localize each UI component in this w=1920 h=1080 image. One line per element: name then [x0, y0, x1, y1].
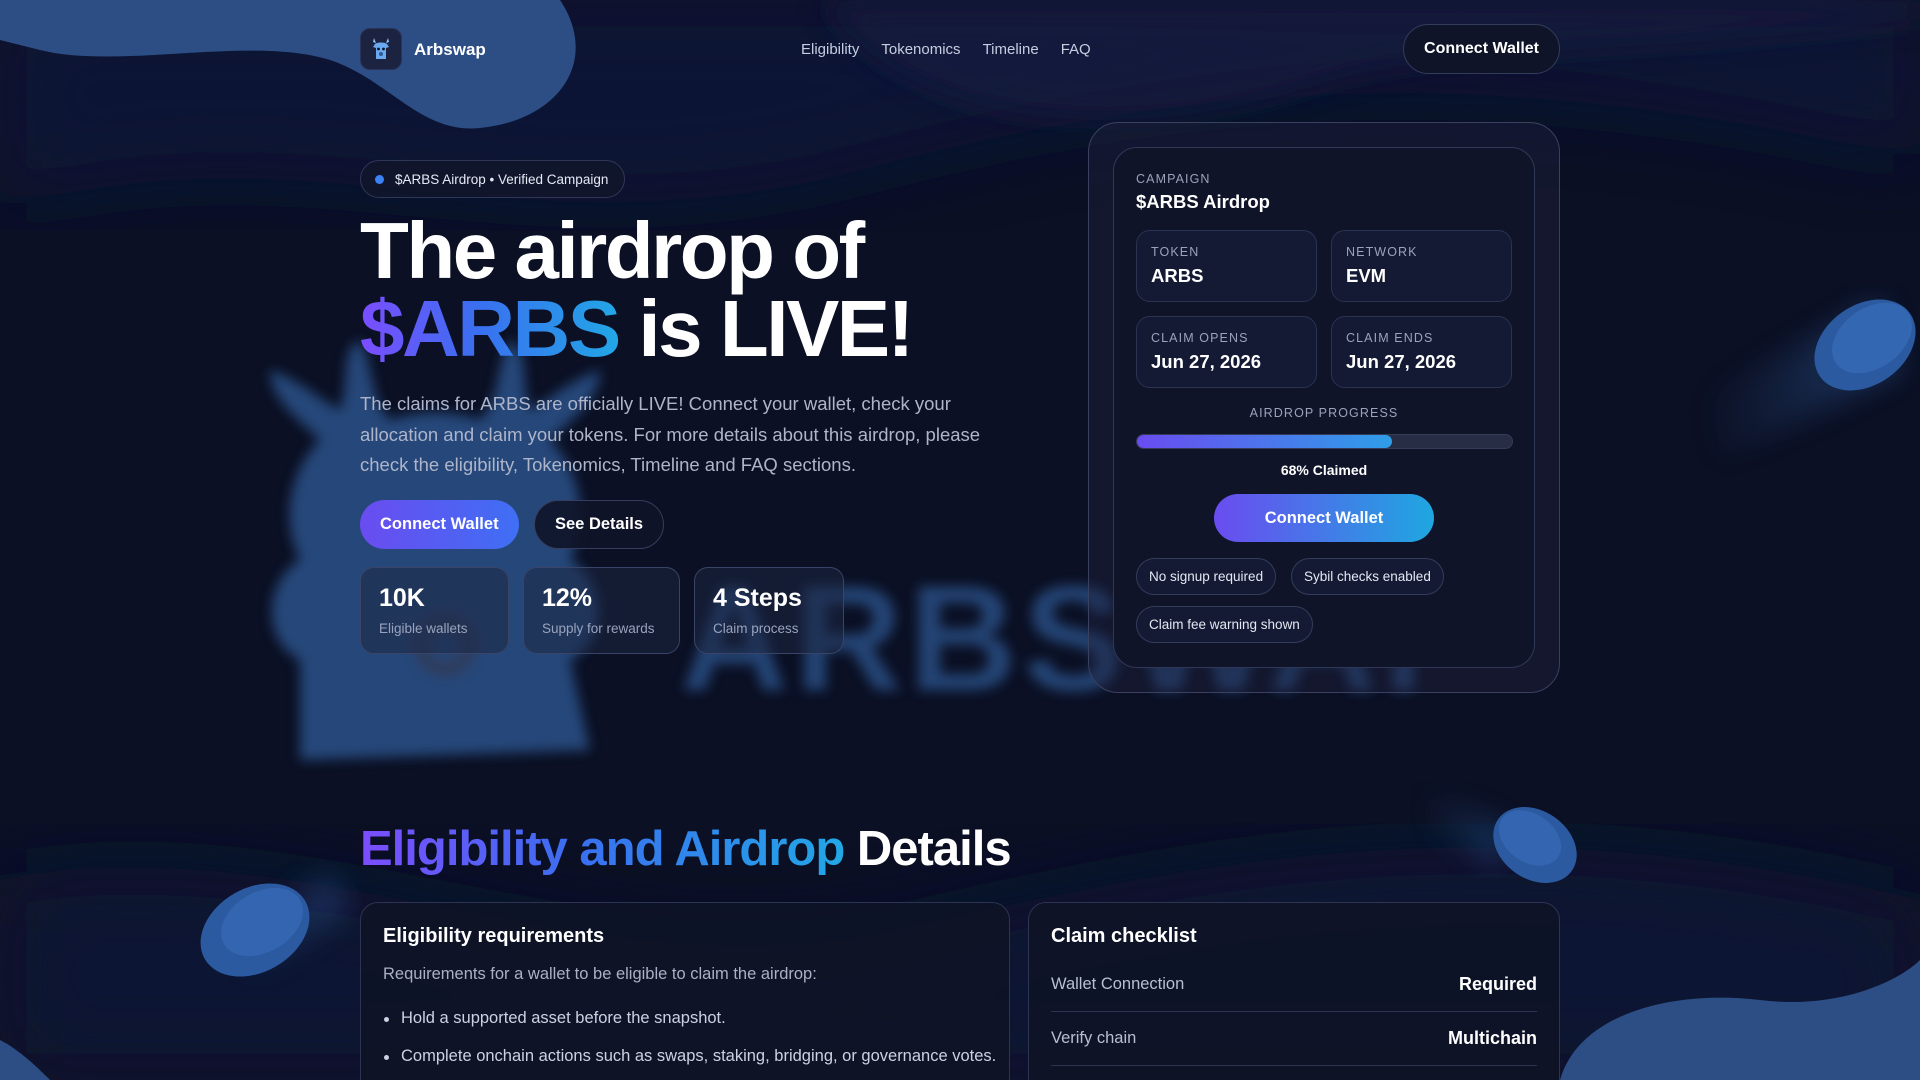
hero-title-line1: The airdrop of [360, 206, 865, 295]
hero-title-rest: is LIVE! [618, 284, 914, 373]
stat-value: 12% [542, 584, 593, 612]
list-item: Complete onchain actions such as swaps, … [384, 1043, 1001, 1070]
checklist-title: Claim checklist [1051, 925, 1197, 947]
eligibility-subtitle: Requirements for a wallet to be eligible… [383, 965, 817, 983]
list-item: Hold a supported asset before the snapsh… [384, 1005, 1001, 1032]
claim-ends-value: Jun 27, 2026 [1346, 351, 1457, 372]
stat-card-eligible-wallets: 10K Eligible wallets [360, 567, 509, 654]
stat-label: Claim process [713, 621, 799, 636]
checklist-row-verify-chain: Verify chain Multichain [1051, 1012, 1537, 1066]
stat-card-supply: 12% Supply for rewards [523, 567, 680, 654]
token-tile: TOKEN ARBS [1136, 230, 1317, 302]
stat-card-claim-process: 4 Steps Claim process [694, 567, 844, 654]
section-title: Eligibility and Airdrop Details [360, 821, 1012, 877]
progress-text: 68% Claimed [1280, 462, 1368, 478]
claim-ends-label: CLAIM ENDS [1346, 331, 1434, 345]
hero-title-line2: $ARBS is LIVE! [360, 289, 914, 369]
section-title-highlight: Eligibility and Airdrop [360, 822, 845, 876]
brand-logo[interactable] [360, 28, 402, 70]
progress-bar-fill [1137, 435, 1392, 448]
campaign-name: $ARBS Airdrop [1136, 191, 1270, 212]
network-value: EVM [1346, 265, 1387, 286]
checklist-item-value: Multichain [1448, 1028, 1537, 1048]
claim-checklist-panel: Claim checklist Wallet Connection Requir… [1028, 902, 1560, 1080]
claim-opens-label: CLAIM OPENS [1151, 331, 1249, 345]
hero-title: The airdrop of $ARBS is LIVE! [360, 206, 914, 369]
checklist-row-wallet-connection: Wallet Connection Required [1051, 958, 1537, 1012]
claim-opens-tile: CLAIM OPENS Jun 27, 2026 [1136, 316, 1317, 388]
campaign-card: CAMPAIGN $ARBS Airdrop TOKEN ARBS NETWOR… [1113, 147, 1535, 668]
nav-connect-wallet-button[interactable]: Connect Wallet [1403, 24, 1560, 74]
nav-links: Eligibility Tokenomics Timeline FAQ [801, 41, 1091, 58]
brand-name[interactable]: Arbswap [414, 40, 486, 60]
progress-bar [1136, 434, 1513, 449]
token-label: TOKEN [1151, 245, 1200, 259]
claim-ends-tile: CLAIM ENDS Jun 27, 2026 [1331, 316, 1512, 388]
nav-link-tokenomics[interactable]: Tokenomics [881, 41, 960, 58]
tag-no-signup: No signup required [1136, 558, 1277, 595]
progress-label: AIRDROP PROGRESS [1249, 406, 1399, 420]
stat-value: 10K [379, 584, 425, 612]
token-value: ARBS [1151, 265, 1204, 286]
campaign-card-frame: CAMPAIGN $ARBS Airdrop TOKEN ARBS NETWOR… [1088, 122, 1560, 693]
card-connect-wallet-button[interactable]: Connect Wallet [1214, 494, 1434, 542]
campaign-pill: $ARBS Airdrop • Verified Campaign [360, 160, 626, 198]
hero-stats: 10K Eligible wallets 12% Supply for rewa… [360, 567, 844, 654]
network-label: NETWORK [1346, 245, 1418, 259]
eligibility-list: Hold a supported asset before the snapsh… [384, 1005, 1001, 1080]
eligibility-title: Eligibility requirements [383, 925, 605, 947]
checklist-item-value: Required [1458, 974, 1537, 994]
stat-value: 4 Steps [713, 584, 802, 612]
deer-logo-icon [373, 38, 389, 59]
network-tile: NETWORK EVM [1331, 230, 1512, 302]
nav-link-timeline[interactable]: Timeline [983, 41, 1039, 58]
tag-sybil-checks: Sybil checks enabled [1291, 558, 1444, 595]
nav-link-eligibility[interactable]: Eligibility [801, 41, 859, 58]
campaign-label: CAMPAIGN [1136, 172, 1211, 186]
checklist-item-name: Wallet Connection [1051, 975, 1185, 993]
hero-title-highlight: $ARBS [360, 284, 621, 373]
tag-claim-fee-warning: Claim fee warning shown [1136, 606, 1313, 643]
campaign-pill-text: $ARBS Airdrop • Verified Campaign [395, 171, 609, 187]
stat-label: Supply for rewards [542, 621, 655, 636]
status-dot-icon [375, 175, 384, 184]
eligibility-panel: Eligibility requirements Requirements fo… [360, 902, 1010, 1080]
checklist-item-name: Verify chain [1051, 1029, 1137, 1047]
see-details-button[interactable]: See Details [534, 500, 665, 549]
claim-opens-value: Jun 27, 2026 [1151, 351, 1262, 372]
section-title-rest: Details [844, 822, 1012, 876]
hero-description: The claims for ARBS are officially LIVE!… [360, 393, 981, 475]
navbar: Arbswap Eligibility Tokenomics Timeline … [360, 24, 1560, 74]
hero-connect-wallet-button[interactable]: Connect Wallet [360, 500, 519, 549]
stat-label: Eligible wallets [379, 621, 468, 636]
nav-link-faq[interactable]: FAQ [1061, 41, 1091, 58]
